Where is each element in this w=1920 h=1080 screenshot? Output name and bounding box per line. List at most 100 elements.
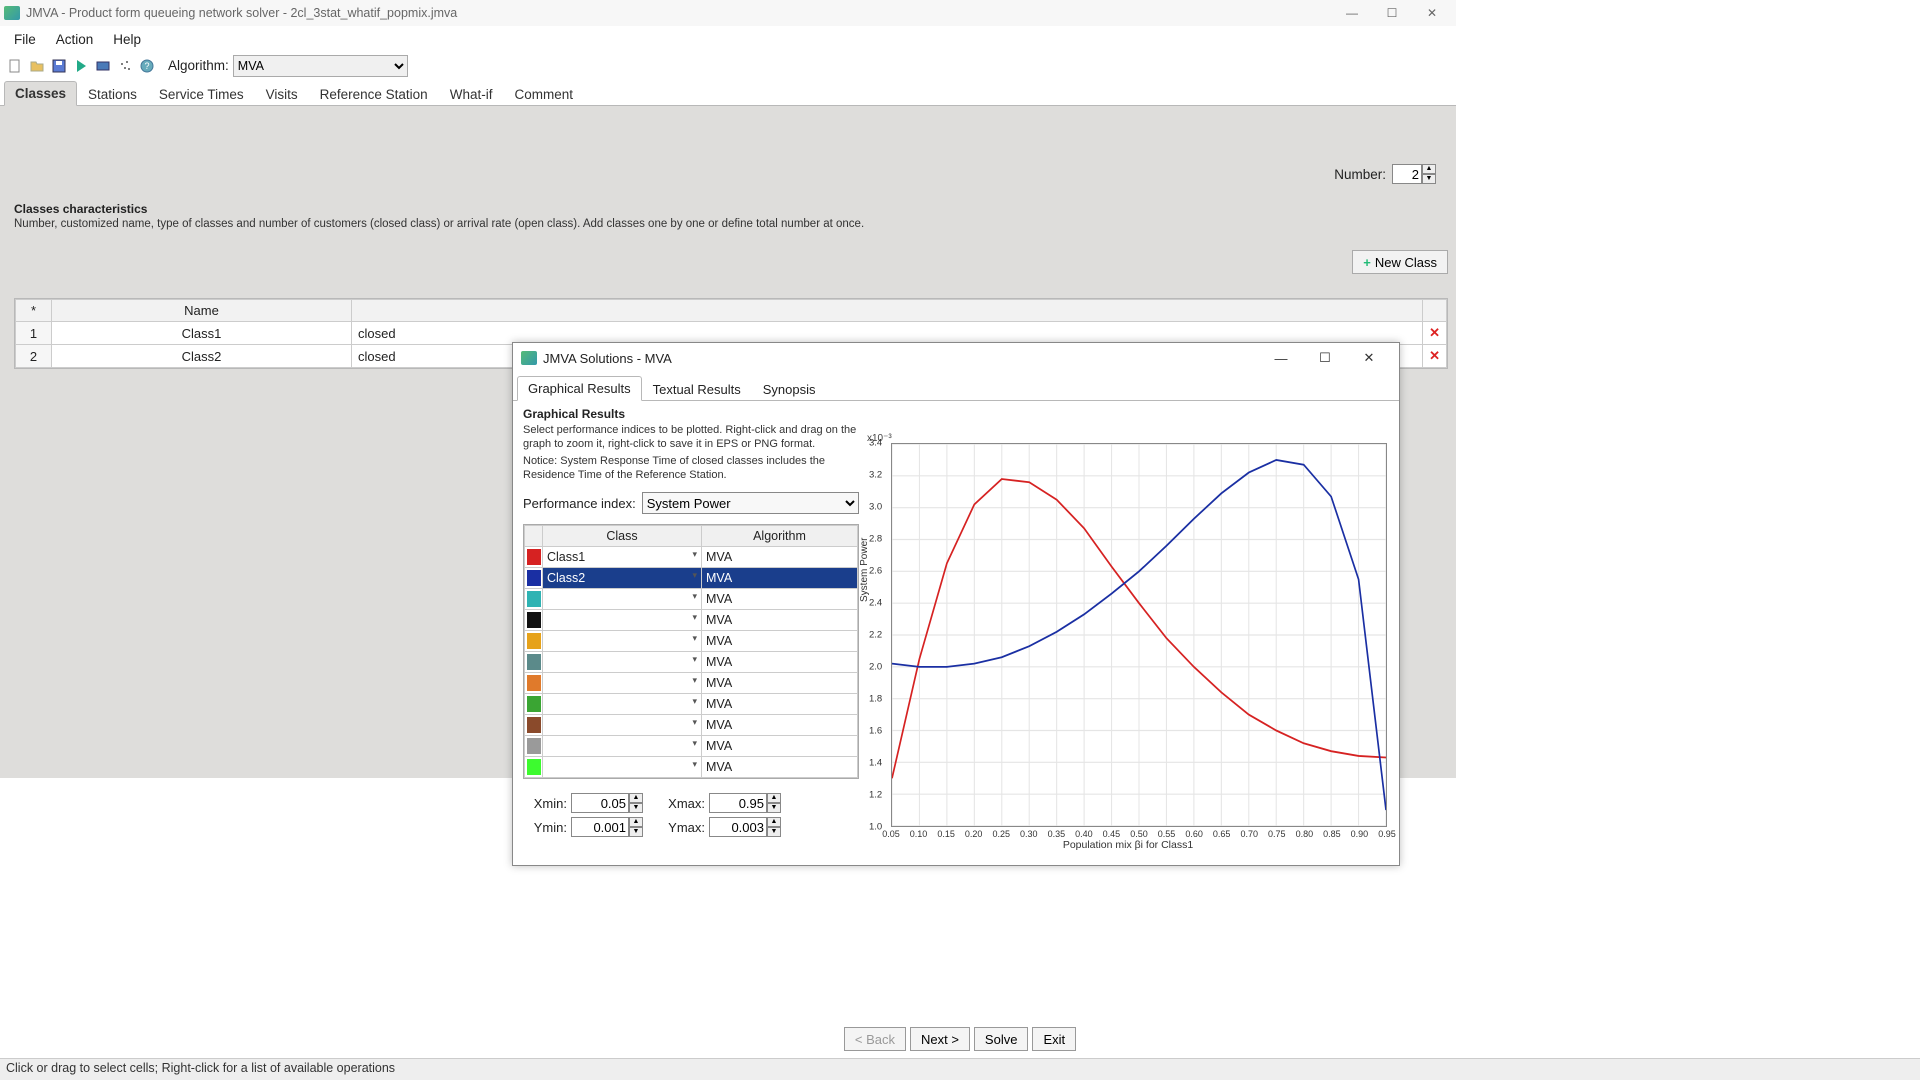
close-button[interactable]: ✕: [1412, 1, 1452, 25]
number-spinner[interactable]: ▲▼: [1392, 164, 1436, 184]
xmin-up[interactable]: ▲: [629, 793, 643, 803]
open-file-icon[interactable]: [28, 57, 46, 75]
series-row[interactable]: MVA: [525, 652, 858, 673]
xmax-up[interactable]: ▲: [767, 793, 781, 803]
series-color-swatch[interactable]: [525, 547, 543, 568]
series-class-select[interactable]: Class1: [543, 547, 702, 568]
series-row[interactable]: MVA: [525, 610, 858, 631]
new-class-button[interactable]: New Class: [1352, 250, 1448, 274]
ymax-input[interactable]: [709, 817, 767, 837]
save-file-icon[interactable]: [50, 57, 68, 75]
dialog-close-button[interactable]: ✕: [1347, 344, 1391, 372]
series-color-swatch[interactable]: [525, 673, 543, 694]
ytick-label: 1.6: [869, 726, 882, 737]
xmin-down[interactable]: ▼: [629, 803, 643, 813]
series-color-swatch[interactable]: [525, 589, 543, 610]
series-color-swatch[interactable]: [525, 736, 543, 757]
tab-classes[interactable]: Classes: [4, 81, 77, 106]
chart-area[interactable]: [891, 443, 1387, 827]
tab-stations[interactable]: Stations: [77, 82, 148, 106]
series-row[interactable]: MVA: [525, 694, 858, 715]
series-row[interactable]: Class2 MVA: [525, 568, 858, 589]
series-row[interactable]: MVA: [525, 673, 858, 694]
series-color-swatch[interactable]: [525, 715, 543, 736]
tab-textual-results[interactable]: Textual Results: [642, 377, 752, 401]
row-name[interactable]: Class2: [52, 345, 352, 368]
series-class-select[interactable]: [543, 673, 702, 694]
series-class-select[interactable]: [543, 652, 702, 673]
xtick-label: 0.50: [1130, 829, 1148, 839]
series-color-swatch[interactable]: [525, 568, 543, 589]
tab-whatif[interactable]: What-if: [439, 82, 504, 106]
help-icon[interactable]: ?: [138, 57, 156, 75]
series-class-select[interactable]: [543, 610, 702, 631]
series-color-swatch[interactable]: [525, 631, 543, 652]
tab-visits[interactable]: Visits: [255, 82, 309, 106]
engine-icon[interactable]: [94, 57, 112, 75]
performance-index-select[interactable]: System Power: [642, 492, 859, 514]
graphical-results-head: Graphical Results: [523, 407, 859, 421]
series-color-swatch[interactable]: [525, 610, 543, 631]
series-color-swatch[interactable]: [525, 694, 543, 715]
dialog-minimize-button[interactable]: —: [1259, 344, 1303, 372]
number-input[interactable]: [1392, 164, 1422, 184]
row-name[interactable]: Class1: [52, 322, 352, 345]
ymin-input[interactable]: [571, 817, 629, 837]
tab-reference-station[interactable]: Reference Station: [309, 82, 439, 106]
tab-comment[interactable]: Comment: [503, 82, 584, 106]
next-button[interactable]: Next >: [910, 1027, 970, 1051]
app-icon: [521, 351, 537, 365]
series-row[interactable]: MVA: [525, 757, 858, 778]
minimize-button[interactable]: —: [1332, 1, 1372, 25]
series-row[interactable]: MVA: [525, 631, 858, 652]
number-up[interactable]: ▲: [1422, 164, 1436, 174]
series-class-select[interactable]: [543, 757, 702, 778]
xtick-label: 0.30: [1020, 829, 1038, 839]
series-class-select[interactable]: [543, 694, 702, 715]
col-type: [352, 300, 1423, 322]
series-class-select[interactable]: [543, 589, 702, 610]
menu-action[interactable]: Action: [48, 29, 102, 50]
row-index: 1: [16, 322, 52, 345]
series-class-select[interactable]: Class2: [543, 568, 702, 589]
tab-synopsis[interactable]: Synopsis: [752, 377, 827, 401]
exit-button[interactable]: Exit: [1032, 1027, 1076, 1051]
series-color-swatch[interactable]: [525, 757, 543, 778]
algorithm-select[interactable]: MVA: [233, 55, 408, 77]
delete-row-icon[interactable]: ✕: [1423, 345, 1447, 368]
menu-help[interactable]: Help: [105, 29, 149, 50]
maximize-button[interactable]: ☐: [1372, 1, 1412, 25]
menu-file[interactable]: File: [6, 29, 44, 50]
series-row[interactable]: Class1 MVA: [525, 547, 858, 568]
dialog-maximize-button[interactable]: ☐: [1303, 344, 1347, 372]
random-icon[interactable]: [116, 57, 134, 75]
ytick-label: 2.0: [869, 662, 882, 673]
new-file-icon[interactable]: [6, 57, 24, 75]
xtick-label: 0.90: [1351, 829, 1369, 839]
delete-row-icon[interactable]: ✕: [1423, 322, 1447, 345]
series-row[interactable]: MVA: [525, 589, 858, 610]
series-class-select[interactable]: [543, 715, 702, 736]
tab-graphical-results[interactable]: Graphical Results: [517, 376, 642, 401]
run-icon[interactable]: [72, 57, 90, 75]
series-color-swatch[interactable]: [525, 652, 543, 673]
number-down[interactable]: ▼: [1422, 174, 1436, 184]
solve-button[interactable]: Solve: [974, 1027, 1029, 1051]
ymax-up[interactable]: ▲: [767, 817, 781, 827]
xmax-down[interactable]: ▼: [767, 803, 781, 813]
xmin-input[interactable]: [571, 793, 629, 813]
ymin-down[interactable]: ▼: [629, 827, 643, 837]
series-class-select[interactable]: [543, 631, 702, 652]
ytick-label: 1.8: [869, 694, 882, 705]
series-row[interactable]: MVA: [525, 715, 858, 736]
ymax-down[interactable]: ▼: [767, 827, 781, 837]
series-class-select[interactable]: [543, 736, 702, 757]
series-row[interactable]: MVA: [525, 736, 858, 757]
back-button[interactable]: < Back: [844, 1027, 906, 1051]
series-table[interactable]: Class Algorithm Class1 MVA Class2 MVA MV…: [523, 524, 859, 779]
tab-service-times[interactable]: Service Times: [148, 82, 255, 106]
row-index: 2: [16, 345, 52, 368]
xmax-input[interactable]: [709, 793, 767, 813]
ymin-up[interactable]: ▲: [629, 817, 643, 827]
series-algorithm: MVA: [702, 673, 858, 694]
